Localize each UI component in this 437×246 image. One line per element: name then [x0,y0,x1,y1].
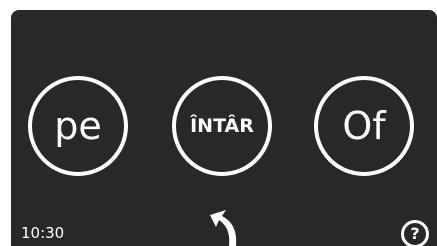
clock-time: 10:30 [21,224,65,242]
choice-button-1[interactable]: pe [28,76,128,176]
help-button[interactable]: ? [401,220,429,246]
help-icon: ? [410,224,420,243]
choice-button-3[interactable]: Of [314,76,414,176]
choice-label-2: ÎNTÂR [190,114,254,137]
back-arrow-icon [210,210,237,246]
choice-label-1: pe [54,104,102,148]
choice-button-2[interactable]: ÎNTÂR [172,76,272,176]
device-screen: pe ÎNTÂR Of 10:30 ? [11,10,437,246]
back-button[interactable] [204,206,244,246]
choice-label-3: Of [342,104,386,148]
